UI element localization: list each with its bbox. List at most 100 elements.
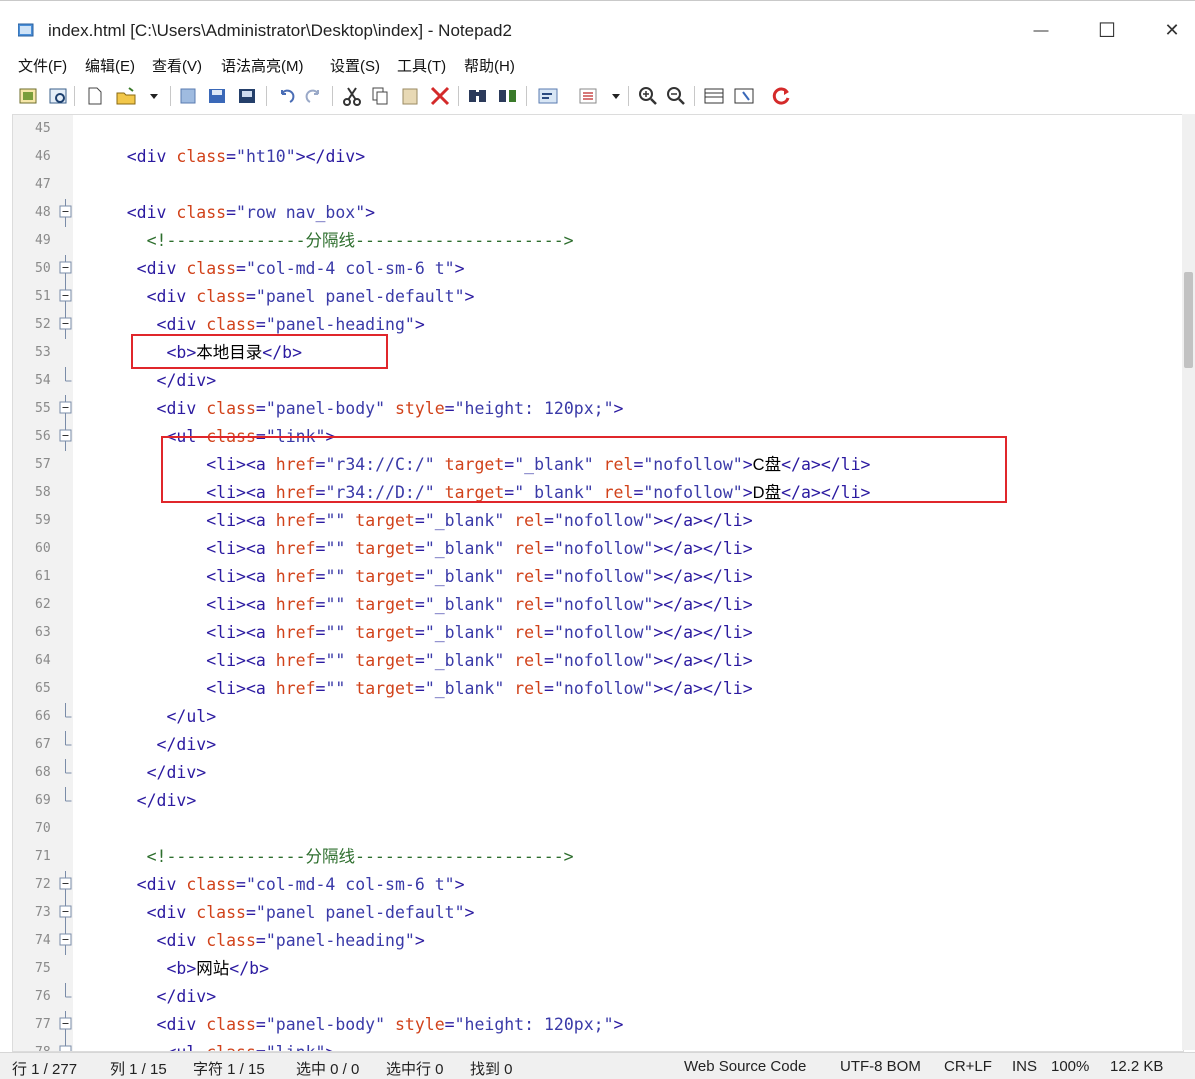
fold-toggle-icon[interactable] — [58, 899, 74, 927]
fold-toggle-icon[interactable] — [58, 927, 74, 955]
menu-syntax[interactable]: 语法高亮(M) — [221, 55, 304, 76]
fold-toggle-icon[interactable] — [58, 1039, 74, 1052]
fold-toggle-icon[interactable] — [58, 255, 74, 283]
customize-icon[interactable] — [732, 84, 756, 108]
code-text: <!--------------分隔线---------------------… — [87, 843, 574, 871]
code-line: 48 <div class="row nav_box"> — [13, 199, 1183, 227]
token-tag: <li><a — [206, 679, 276, 698]
token-tag: > — [613, 399, 624, 418]
fold-end-icon — [65, 367, 72, 382]
menu-settings[interactable]: 设置(S) — [330, 55, 380, 76]
save-as-icon[interactable] — [114, 84, 138, 108]
status-ins[interactable]: INS — [1012, 1058, 1037, 1075]
token-tag: <div — [146, 903, 197, 922]
token-val: "_blank" — [424, 511, 515, 530]
token-attr: class — [186, 875, 237, 894]
fold-toggle-icon[interactable] — [58, 395, 74, 423]
status-eol[interactable]: CR+LF — [944, 1058, 992, 1075]
status-scheme[interactable]: Web Source Code — [684, 1058, 806, 1075]
menu-view[interactable]: 查看(V) — [152, 55, 202, 76]
save-icon[interactable] — [82, 84, 106, 108]
delete-icon[interactable] — [428, 84, 452, 108]
fold-toggle-icon[interactable] — [58, 311, 74, 339]
token-tag: <li><a — [206, 483, 276, 502]
code-line: 55 <div class="panel-body" style="height… — [13, 395, 1183, 423]
fold-toggle-icon[interactable] — [58, 871, 74, 899]
code-line: 77 <div class="panel-body" style="height… — [13, 1011, 1183, 1039]
zoom-in-icon[interactable] — [636, 84, 660, 108]
code-line: 52 <div class="panel-heading"> — [13, 311, 1183, 339]
token-val: "r34://C:/" — [325, 455, 445, 474]
token-tag: = — [633, 455, 644, 474]
cut-icon[interactable] — [340, 84, 364, 108]
menu-tools[interactable]: 工具(T) — [397, 55, 446, 76]
zoom-out-icon[interactable] — [664, 84, 688, 108]
line-number: 60 — [35, 541, 51, 556]
undo-icon[interactable] — [274, 84, 298, 108]
token-attr: href — [275, 623, 316, 642]
token-tag: </ul> — [166, 707, 217, 726]
vertical-scrollbar[interactable] — [1182, 114, 1195, 1050]
reload-icon[interactable] — [770, 84, 794, 108]
token-tag: = — [315, 539, 326, 558]
find-icon[interactable] — [466, 84, 490, 108]
status-encoding[interactable]: UTF-8 BOM — [840, 1058, 921, 1075]
menu-help[interactable]: 帮助(H) — [464, 55, 515, 76]
word-wrap-icon[interactable] — [536, 84, 560, 108]
save-all-icon[interactable] — [206, 84, 230, 108]
print-icon[interactable] — [176, 84, 200, 108]
fold-toggle-icon[interactable] — [58, 1011, 74, 1039]
line-number: 62 — [35, 597, 51, 612]
code-line: 73 <div class="panel panel-default"> — [13, 899, 1183, 927]
token-tag: <div — [136, 259, 187, 278]
maximize-button[interactable]: ☐ — [1084, 15, 1130, 45]
token-tag: <b> — [166, 343, 197, 362]
menu-file[interactable]: 文件(F) — [18, 55, 67, 76]
fold-toggle-icon[interactable] — [58, 423, 74, 451]
code-editor[interactable]: 45 46 <div class="ht10"></div> 47 48 <div c… — [12, 114, 1184, 1052]
minimize-button[interactable]: — — [1018, 15, 1064, 45]
code-line: 78 <ul class="link"> — [13, 1039, 1183, 1052]
token-tag: = — [504, 455, 515, 474]
token-attr: target — [355, 567, 415, 586]
token-tag: > — [454, 259, 465, 278]
chevron-down-icon[interactable] — [604, 84, 628, 108]
token-tag: <li><a — [206, 623, 276, 642]
fold-toggle-icon[interactable] — [58, 199, 74, 227]
chevron-down-icon[interactable] — [142, 84, 166, 108]
token-attr: target — [444, 483, 505, 502]
token-tag: <b> — [166, 959, 197, 978]
close-button[interactable]: ✕ — [1149, 15, 1195, 45]
scheme-icon[interactable] — [702, 84, 726, 108]
code-text: <!--------------分隔线---------------------… — [87, 227, 574, 255]
token-tag: = — [414, 539, 425, 558]
code-line: 54 </div> — [13, 367, 1183, 395]
code-text: </div> — [87, 759, 207, 787]
fold-toggle-icon[interactable] — [58, 283, 74, 311]
line-number: 49 — [35, 233, 51, 248]
token-attr: target — [355, 539, 415, 558]
copy-doc-icon[interactable] — [236, 84, 260, 108]
paste-icon[interactable] — [398, 84, 422, 108]
line-number: 55 — [35, 401, 51, 416]
new-file-icon[interactable] — [16, 84, 40, 108]
scrollbar-thumb[interactable] — [1184, 272, 1193, 368]
code-line: 69 </div> — [13, 787, 1183, 815]
menu-edit[interactable]: 编辑(E) — [85, 55, 135, 76]
code-line: 56 <ul class="link"> — [13, 423, 1183, 451]
token-tag: <li><a — [206, 651, 276, 670]
token-tag: ></div> — [295, 147, 366, 166]
copy-icon[interactable] — [368, 84, 392, 108]
replace-icon[interactable] — [496, 84, 520, 108]
view-whitespace-icon[interactable] — [576, 84, 600, 108]
token-attr: href — [275, 455, 316, 474]
token-tag: > — [454, 875, 465, 894]
open-file-icon[interactable] — [46, 84, 70, 108]
token-tag: <div — [156, 931, 207, 950]
line-number: 61 — [35, 569, 51, 584]
redo-icon[interactable] — [302, 84, 326, 108]
